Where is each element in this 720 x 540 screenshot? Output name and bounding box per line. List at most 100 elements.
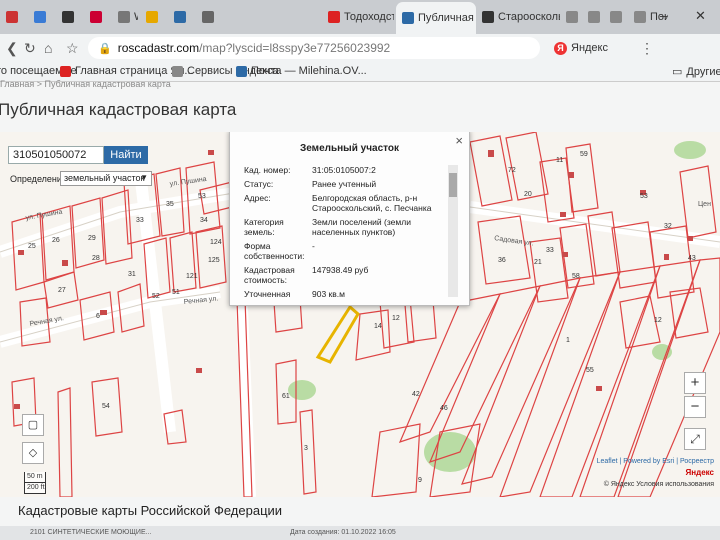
- yandex-button[interactable]: Я Яндекс: [548, 38, 614, 58]
- parcel-outline[interactable]: [461, 277, 582, 485]
- plot-number: 11: [556, 157, 563, 164]
- popup-scroll-thumb[interactable]: [449, 173, 457, 197]
- tab-favicon-icon: [202, 11, 214, 23]
- bookmark-label: Почта — Milehina.OV...: [251, 65, 367, 77]
- parcel-outline[interactable]: [169, 231, 197, 293]
- plot-number: 55: [586, 367, 594, 374]
- search-button[interactable]: Найти: [104, 146, 148, 164]
- building-footprint: [208, 150, 214, 155]
- url-path: /map?lyscid=l8sspy3e77256023992: [199, 41, 391, 55]
- building-footprint: [100, 310, 107, 315]
- plot-number: 124: [210, 239, 222, 246]
- popup-title: Земельный участок: [299, 143, 400, 154]
- popup-row: Категория земель: Земли поселений (земли …: [244, 217, 449, 237]
- browser-tab[interactable]: [28, 4, 54, 30]
- extensions-icon[interactable]: ⋮: [640, 40, 654, 57]
- parcel-outline[interactable]: [398, 293, 502, 443]
- browser-tab[interactable]: [56, 4, 82, 30]
- browser-tab[interactable]: [0, 4, 26, 30]
- tab-favicon-icon: [610, 11, 622, 23]
- browser-tab[interactable]: [168, 4, 194, 30]
- url-host: roscadastr.com: [117, 41, 200, 55]
- plot-number: 12: [392, 315, 400, 322]
- home-icon[interactable]: ⌂: [44, 40, 52, 56]
- building-footprint: [62, 260, 68, 266]
- browser-tab[interactable]: [84, 4, 110, 30]
- plot-number: 58: [572, 273, 580, 280]
- chevron-down-icon: ▼: [140, 173, 148, 182]
- browser-tab[interactable]: Тодоходстве: [322, 4, 394, 30]
- browser-tab[interactable]: [560, 4, 580, 30]
- tab-favicon-icon: [402, 12, 414, 24]
- square-icon: ◇: [28, 447, 38, 459]
- address-bar[interactable]: 🔒 roscadastr.com/map?lyscid=l8sspy3e7725…: [88, 37, 540, 59]
- tab-favicon-icon: [566, 11, 578, 23]
- plot-number: 1: [566, 337, 570, 344]
- building-footprint: [596, 386, 602, 391]
- other-bookmarks[interactable]: ▭ Другие з: [672, 65, 720, 79]
- reload-icon[interactable]: ↻: [24, 40, 36, 57]
- parcel-outline[interactable]: [57, 387, 73, 497]
- attribution-links[interactable]: Leaflet | Powered by Esri | Росреестр: [597, 458, 714, 465]
- parcel-outline[interactable]: [469, 135, 513, 207]
- browser-tab[interactable]: [140, 4, 166, 30]
- parcel-outline[interactable]: [371, 423, 421, 497]
- selected-plot-outline[interactable]: [315, 304, 360, 364]
- minimize-button[interactable]: –: [660, 8, 667, 23]
- plot-number: 20: [524, 191, 532, 198]
- plot-number: 34: [200, 217, 208, 224]
- bottom-strip: 2101 СИНТЕТИЧЕСКИЕ МОЮЩИЕ... Дата создан…: [0, 526, 720, 540]
- bookmark-favicon-icon: [236, 65, 247, 77]
- parcel-outline[interactable]: [355, 309, 391, 361]
- bottom-date-text: Дата создания: 01.10.2022 16:05: [290, 529, 396, 536]
- browser-tab[interactable]: Публичная к✕: [396, 2, 476, 34]
- map-attribution: Leaflet | Powered by Esri | Росреестр Ян…: [597, 456, 714, 490]
- tab-favicon-icon: [34, 11, 46, 23]
- zoom-in-button[interactable]: +: [684, 372, 706, 394]
- popup-scrollbar[interactable]: [448, 165, 458, 297]
- layers-icon: ▢: [27, 419, 39, 431]
- layers-button[interactable]: ▢: [22, 414, 44, 436]
- back-icon[interactable]: ❮: [6, 40, 18, 57]
- cadastral-map[interactable]: 25 26 27 29 28 6 31 33 35 52 51 53 121 125 34 124 54 61 14…: [0, 132, 720, 497]
- parcel-outline[interactable]: [477, 215, 531, 285]
- cadastral-search-input[interactable]: [8, 146, 104, 164]
- attribution-terms[interactable]: © Яндекс Условия использования: [597, 479, 714, 490]
- building-footprint: [562, 252, 568, 257]
- fullscreen-button[interactable]: ⤢: [684, 428, 706, 450]
- page-title: Публичная кадастровая карта: [0, 100, 237, 119]
- popup-row: Уточненная площадь: 903 кв.м: [244, 289, 449, 299]
- building-footprint: [18, 250, 24, 255]
- browser-tab[interactable]: Старооскольск: [476, 4, 560, 30]
- definition-select[interactable]: земельный участок ▼: [60, 171, 152, 186]
- browser-tab[interactable]: [604, 4, 624, 30]
- plot-number: 53: [640, 193, 648, 200]
- plot-number: 6: [96, 313, 100, 320]
- street-label: ул. Пушина: [169, 176, 207, 188]
- browser-tab[interactable]: W: [112, 4, 138, 30]
- tab-favicon-icon: [90, 11, 102, 23]
- bookmark-item[interactable]: Почта — Milehina.OV...: [236, 65, 367, 77]
- popup-row-value: 903 кв.м: [312, 289, 345, 299]
- street-label: Садовая ул.: [494, 235, 534, 247]
- browser-tab[interactable]: [582, 4, 602, 30]
- bookmark-favicon-icon: [172, 65, 183, 77]
- popup-row-key: Адрес:: [244, 193, 271, 203]
- draw-tool-button[interactable]: ◇: [22, 442, 44, 464]
- close-window-button[interactable]: ✕: [695, 8, 706, 24]
- building-footprint: [14, 404, 20, 409]
- popup-body: Кад. номер: 31:05:0105007:2 Статус: Ранее у…: [244, 165, 449, 299]
- plot-number: 36: [498, 257, 506, 264]
- breadcrumb[interactable]: Главная > Публичная кадастровая карта: [0, 79, 171, 89]
- plot-number: 26: [52, 237, 60, 244]
- yandex-button-label: Яндекс: [571, 42, 608, 54]
- parcel-outline[interactable]: [505, 132, 549, 201]
- tab-favicon-icon: [634, 11, 646, 23]
- zoom-out-button[interactable]: −: [684, 396, 706, 418]
- bookmark-star-icon[interactable]: ☆: [66, 40, 79, 57]
- popup-row-value: 31:05:0105007:2: [312, 165, 376, 175]
- lock-icon: 🔒: [98, 42, 112, 55]
- parcel-outline[interactable]: [299, 409, 317, 495]
- browser-tab[interactable]: [196, 4, 222, 30]
- scale-bar: 50 m 200 ft: [24, 472, 46, 494]
